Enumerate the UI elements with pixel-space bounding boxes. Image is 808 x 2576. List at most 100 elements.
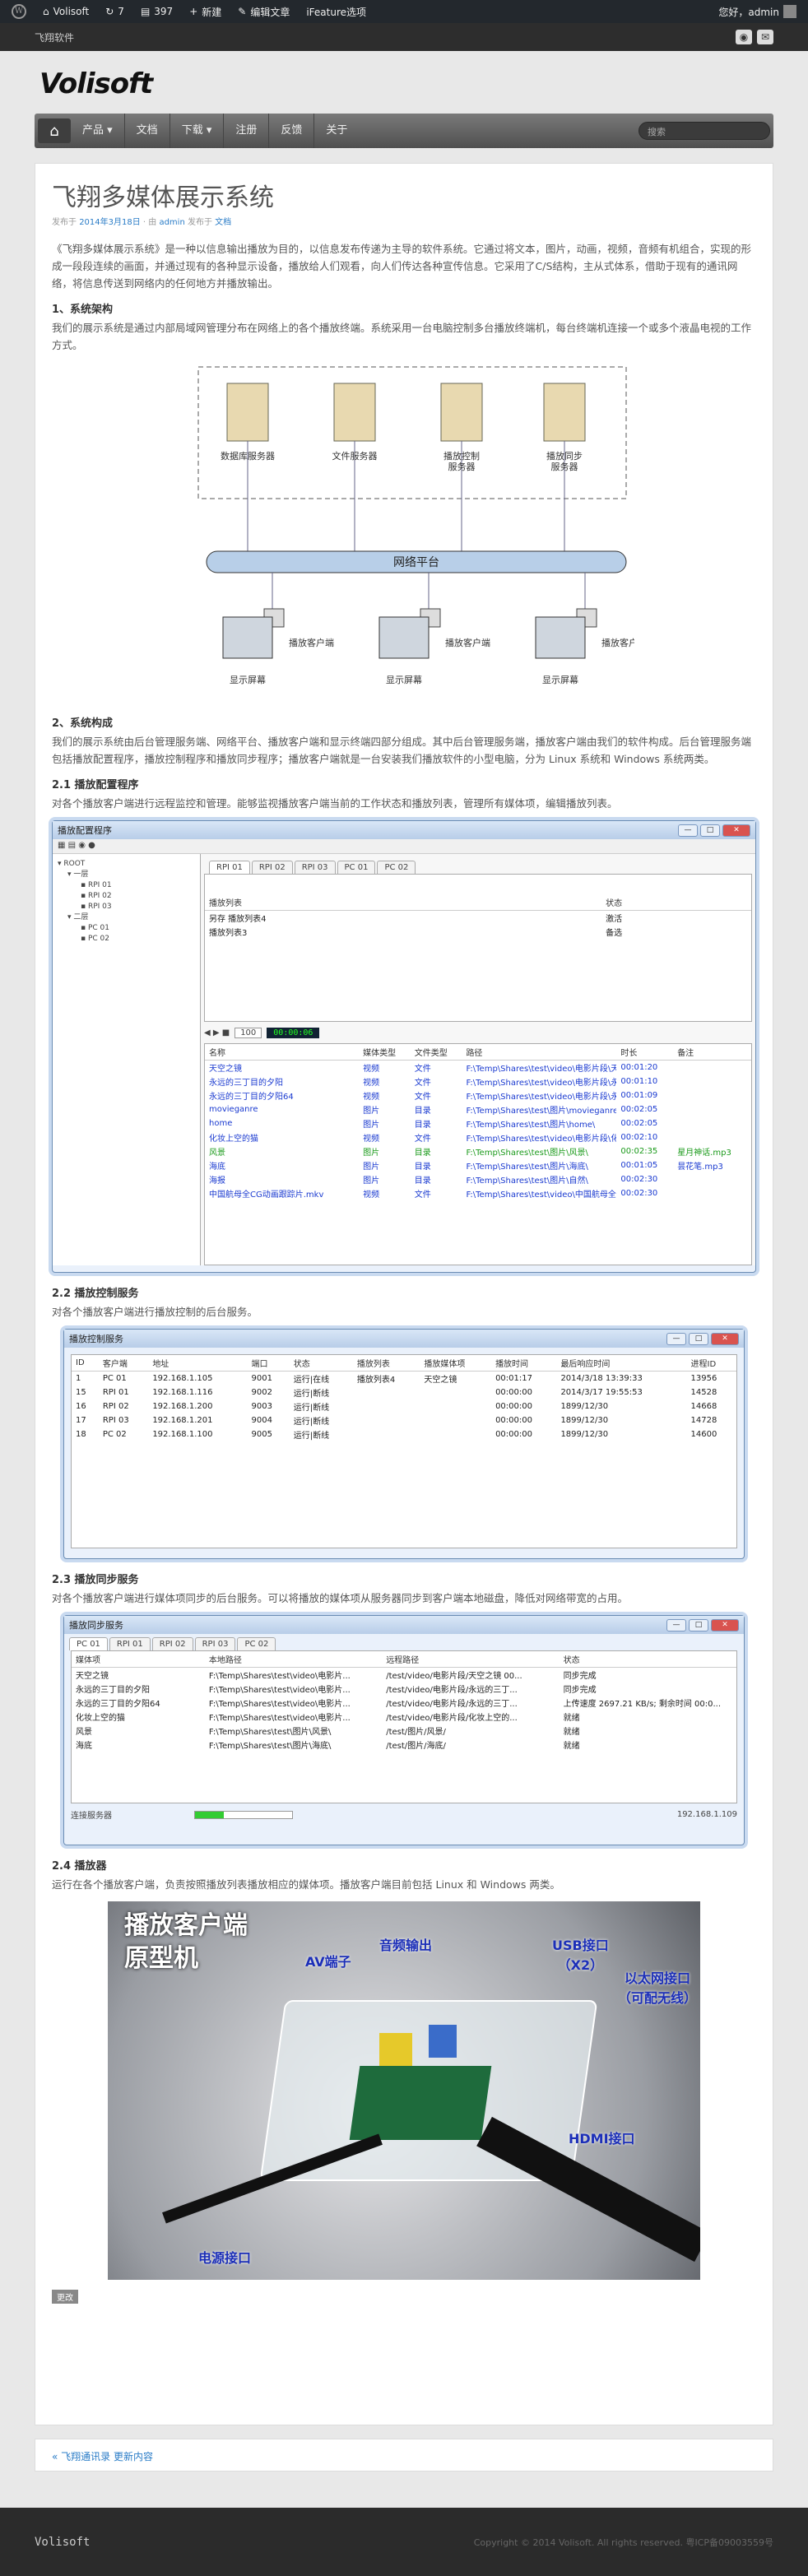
- page-field[interactable]: 100: [235, 1027, 262, 1038]
- column-header[interactable]: 文件类型: [410, 1044, 462, 1061]
- minimize-button[interactable]: —: [666, 1332, 686, 1345]
- maximize-button[interactable]: □: [689, 1332, 708, 1345]
- config-tab[interactable]: RPI 03: [294, 861, 336, 874]
- table-row[interactable]: 播放列表3 备选: [205, 925, 751, 939]
- post-date[interactable]: 2014年3月18日: [79, 218, 141, 227]
- table-row[interactable]: 海报 图片 目录 F:\Temp\Shares\test\图片\自然\ 00:02:30: [205, 1172, 751, 1186]
- email-icon[interactable]: ✉: [757, 30, 773, 44]
- column-header[interactable]: 远程路径: [382, 1651, 560, 1668]
- post-title[interactable]: 飞翔多媒体展示系统: [52, 177, 756, 213]
- connect-server-button[interactable]: 连接服务器: [71, 1808, 112, 1821]
- column-header[interactable]: 状态: [559, 1651, 736, 1668]
- wp-logo[interactable]: W: [3, 0, 35, 23]
- column-header[interactable]: 地址: [148, 1355, 248, 1372]
- table-row[interactable]: 17 RPI 03 192.168.1.201 9004 运行|断线 00:00:00 18…: [72, 1413, 736, 1427]
- nav-item-download[interactable]: 下载 ▾: [170, 114, 225, 148]
- nav-item-feedback[interactable]: 反馈: [269, 114, 315, 148]
- updates-link[interactable]: ↻ 7: [97, 0, 132, 23]
- table-row[interactable]: 天空之镜 视频 文件 F:\Temp\Shares\test\video\电影片段\天…: [205, 1061, 751, 1075]
- column-header[interactable]: 备注: [673, 1044, 751, 1061]
- column-header[interactable]: 状态: [289, 1355, 353, 1372]
- table-row[interactable]: 化妆上空的猫 视频 文件 F:\Temp\Shares\test\video\电影片段…: [205, 1130, 751, 1144]
- footer-logo[interactable]: Volisoft: [35, 2536, 90, 2549]
- comments-link[interactable]: ▤ 397: [132, 0, 181, 23]
- table-row[interactable]: 永远的三丁目的夕阳64 F:\Temp\Shares\test\video\电影片…: [72, 1696, 736, 1710]
- post-category[interactable]: 文档: [215, 218, 231, 227]
- ifeature-options-link[interactable]: iFeature选项: [298, 0, 374, 23]
- tree-item[interactable]: ▪ PC 01: [58, 923, 195, 934]
- table-row[interactable]: 中国航母全CG动画跟踪片.mkv 视频 文件 F:\Temp\Shares\test\…: [205, 1186, 751, 1200]
- tree-item[interactable]: ▪ RPI 01: [58, 880, 195, 891]
- column-header[interactable]: 时长: [616, 1044, 674, 1061]
- close-button[interactable]: ✕: [711, 1332, 739, 1345]
- new-content-link[interactable]: + 新建: [181, 0, 230, 23]
- table-row[interactable]: 1 PC 01 192.168.1.105 9001 运行|在线 播放列表4 天空之镜 00:…: [72, 1372, 736, 1386]
- maximize-button[interactable]: □: [700, 824, 720, 837]
- close-button[interactable]: ✕: [711, 1618, 739, 1631]
- table-row[interactable]: 永远的三丁目的夕阳 F:\Temp\Shares\test\video\电影片..…: [72, 1682, 736, 1696]
- tree-item[interactable]: ▪ PC 02: [58, 934, 195, 945]
- search-input[interactable]: 搜索: [639, 122, 770, 140]
- play-icon[interactable]: ◀ ▶ ■: [204, 1028, 230, 1037]
- account-menu[interactable]: 您好，admin: [710, 0, 805, 23]
- table-row[interactable]: 化妆上空的猫 F:\Temp\Shares\test\video\电影片... /t…: [72, 1710, 736, 1724]
- column-header[interactable]: 进程ID: [686, 1355, 736, 1372]
- client-tree[interactable]: ▾ ROOT ▾ 一层 ▪ RPI 01 ▪ RPI 02 ▪ RPI 03 ▾ 二层 ▪ …: [53, 854, 201, 1265]
- column-header[interactable]: 名称: [205, 1044, 360, 1061]
- column-header[interactable]: 端口: [247, 1355, 290, 1372]
- table-row[interactable]: home 图片 目录 F:\Temp\Shares\test\图片\home\ 00:0…: [205, 1116, 751, 1130]
- close-button[interactable]: ✕: [722, 824, 750, 837]
- site-logo[interactable]: Volisoft: [39, 67, 769, 100]
- column-header[interactable]: 客户端: [98, 1355, 149, 1372]
- tree-item[interactable]: ▾ 二层: [58, 912, 195, 923]
- table-row[interactable]: 风景 图片 目录 F:\Temp\Shares\test\图片\风景\ 00:02:35…: [205, 1144, 751, 1158]
- rss-icon[interactable]: ◉: [736, 30, 752, 44]
- table-row[interactable]: 天空之镜 F:\Temp\Shares\test\video\电影片... /tes…: [72, 1668, 736, 1683]
- tree-item[interactable]: ▾ ROOT: [58, 859, 195, 870]
- edit-tag[interactable]: 更改: [52, 2290, 78, 2304]
- nav-item-register[interactable]: 注册: [224, 114, 270, 148]
- nav-item-about[interactable]: 关于: [314, 114, 359, 148]
- column-header[interactable]: 播放媒体项: [420, 1355, 492, 1372]
- nav-item-products[interactable]: 产品 ▾: [71, 114, 125, 148]
- edit-post-link[interactable]: ✎ 编辑文章: [230, 0, 298, 23]
- column-header[interactable]: 状态: [601, 894, 751, 911]
- column-header[interactable]: 媒体类型: [359, 1044, 411, 1061]
- tree-item[interactable]: ▪ RPI 03: [58, 902, 195, 912]
- table-row[interactable]: 风景 F:\Temp\Shares\test\图片\风景\ /test/图片/风景/…: [72, 1724, 736, 1738]
- column-header[interactable]: 最后响应时间: [556, 1355, 687, 1372]
- column-header[interactable]: ID: [72, 1355, 99, 1372]
- table-row[interactable]: 永远的三丁目的夕阳 视频 文件 F:\Temp\Shares\test\video\电…: [205, 1074, 751, 1088]
- table-row[interactable]: 永远的三丁目的夕阳64 视频 文件 F:\Temp\Shares\test\video…: [205, 1088, 751, 1102]
- column-header[interactable]: 播放时间: [491, 1355, 557, 1372]
- column-header[interactable]: 路径: [462, 1044, 617, 1061]
- column-header[interactable]: 播放列表: [205, 894, 602, 911]
- sync-tab[interactable]: RPI 03: [194, 1637, 236, 1650]
- tree-item[interactable]: ▪ RPI 02: [58, 891, 195, 902]
- admin-site-link[interactable]: ⌂ Volisoft: [35, 0, 97, 23]
- column-header[interactable]: 本地路径: [204, 1651, 383, 1668]
- table-row[interactable]: movieganre 图片 目录 F:\Temp\Shares\test\图片\mov…: [205, 1102, 751, 1116]
- config-tab[interactable]: RPI 02: [251, 861, 293, 874]
- table-row[interactable]: 海底 图片 目录 F:\Temp\Shares\test\图片\海底\ 00:01:05…: [205, 1158, 751, 1172]
- tree-item[interactable]: ▾ 一层: [58, 870, 195, 880]
- config-tab[interactable]: PC 02: [377, 861, 416, 874]
- minimize-button[interactable]: —: [678, 824, 698, 837]
- sync-tab[interactable]: PC 01: [69, 1637, 108, 1650]
- config-tab[interactable]: RPI 01: [209, 861, 250, 874]
- minimize-button[interactable]: —: [666, 1618, 686, 1631]
- config-tab[interactable]: PC 01: [337, 861, 376, 874]
- table-row[interactable]: 海底 F:\Temp\Shares\test\图片\海底\ /test/图片/海底/…: [72, 1738, 736, 1752]
- table-row[interactable]: 16 RPI 02 192.168.1.200 9003 运行|断线 00:00:00 18…: [72, 1399, 736, 1413]
- table-row[interactable]: 15 RPI 01 192.168.1.116 9002 运行|断线 00:00:00 20…: [72, 1385, 736, 1399]
- column-header[interactable]: 播放列表: [352, 1355, 420, 1372]
- table-row[interactable]: 18 PC 02 192.168.1.100 9005 运行|断线 00:00:00 189…: [72, 1427, 736, 1441]
- previous-post-link[interactable]: « 飞翔通讯录 更新内容: [52, 2451, 153, 2462]
- nav-item-docs[interactable]: 文档: [125, 114, 170, 148]
- table-row[interactable]: 另存 播放列表4 激活: [205, 911, 751, 926]
- maximize-button[interactable]: □: [689, 1618, 708, 1631]
- sync-tab[interactable]: RPI 01: [109, 1637, 151, 1650]
- sync-tab[interactable]: PC 02: [237, 1637, 276, 1650]
- column-header[interactable]: 媒体项: [72, 1651, 205, 1668]
- post-author[interactable]: admin: [159, 218, 184, 227]
